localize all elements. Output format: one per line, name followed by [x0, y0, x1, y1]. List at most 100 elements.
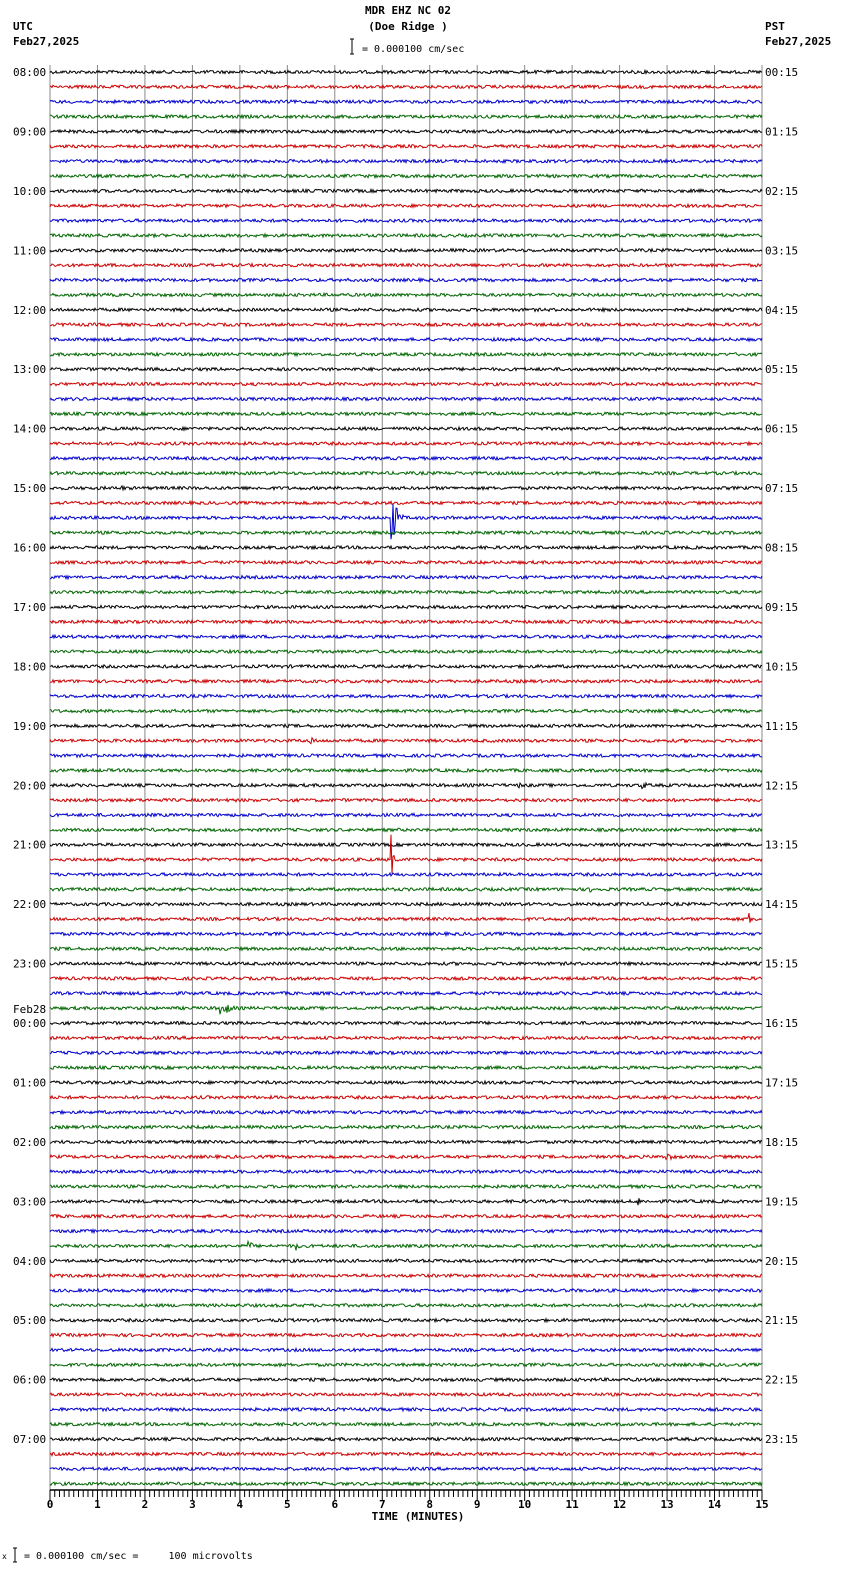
trace-line — [49, 321, 763, 328]
trace-line — [49, 202, 763, 209]
trace-line — [49, 469, 763, 477]
utc-hour-label: 02:00 — [13, 1136, 46, 1149]
x-axis-label: TIME (MINUTES) — [372, 1510, 465, 1523]
pst-hour-label: 11:15 — [765, 720, 798, 733]
x-axis: 0 1 2 3 4 5 6 7 8 9 10 11 12 13 14 15 — [47, 1489, 769, 1511]
utc-hour-label: 14:00 — [13, 423, 46, 436]
pst-hour-label: 21:15 — [765, 1314, 798, 1327]
pst-hour-label: 08:15 — [765, 542, 798, 555]
traces — [49, 68, 763, 1487]
trace-line — [49, 366, 763, 373]
trace-line — [49, 736, 763, 745]
trace-line — [49, 1139, 763, 1146]
trace-line — [49, 559, 763, 566]
seismogram: MDR EHZ NC 02 (Doe Ridge ) UTC Feb27,202… — [0, 0, 850, 1584]
trace-line — [49, 1168, 763, 1175]
utc-hour-label: 11:00 — [13, 244, 46, 257]
x-tick-label: 1 — [94, 1498, 101, 1511]
pst-hour-label: 19:15 — [765, 1195, 798, 1208]
pst-hour-label: 20:15 — [765, 1255, 798, 1268]
pst-hour-label: 03:15 — [765, 244, 798, 257]
pst-hour-label: 16:15 — [765, 1017, 798, 1030]
trace-line — [49, 68, 763, 76]
trace-line — [49, 217, 763, 224]
trace-line — [49, 1079, 763, 1086]
utc-hour-label: 15:00 — [13, 482, 46, 495]
trace-line — [49, 172, 763, 180]
right-timezone: PST — [765, 20, 785, 33]
pst-hour-label: 01:15 — [765, 125, 798, 138]
trace-line — [49, 98, 763, 105]
trace-line — [49, 574, 763, 581]
trace-line — [49, 83, 763, 90]
x-tick-label: 9 — [474, 1498, 481, 1511]
trace-line — [49, 826, 763, 833]
trace-line — [49, 1198, 763, 1206]
utc-hour-label: 21:00 — [13, 839, 46, 852]
trace-line — [49, 1004, 763, 1015]
trace-line — [49, 812, 763, 818]
x-tick-label: 3 — [189, 1498, 196, 1511]
pst-hour-label: 22:15 — [765, 1374, 798, 1387]
pst-hour-label: 05:15 — [765, 363, 798, 376]
x-tick-label: 0 — [47, 1498, 54, 1511]
trace-line — [49, 1153, 763, 1162]
trace-line — [49, 1406, 762, 1413]
trace-line — [49, 663, 763, 670]
trace-line — [49, 990, 763, 997]
x-tick-label: 13 — [660, 1498, 673, 1511]
trace-line — [49, 841, 763, 848]
right-date: Feb27,2025 — [765, 35, 831, 48]
trace-line — [49, 886, 763, 893]
utc-hour-label: 23:00 — [13, 958, 46, 971]
trace-line — [49, 277, 763, 284]
trace-line — [49, 1228, 763, 1235]
utc-hour-label: 12:00 — [13, 304, 46, 317]
trace-line — [49, 247, 763, 254]
trace-line — [49, 781, 763, 790]
trace-line — [49, 351, 763, 358]
utc-hour-label: 10:00 — [13, 185, 46, 198]
trace-line — [49, 1035, 763, 1041]
utc-hour-label: 08:00 — [13, 66, 46, 79]
trace-line — [49, 604, 763, 610]
trace-line — [49, 618, 763, 625]
trace-line — [49, 1287, 763, 1294]
left-date: Feb27,2025 — [13, 35, 79, 48]
pst-hour-label: 02:15 — [765, 185, 798, 198]
trace-line — [50, 707, 763, 715]
trace-line — [49, 128, 763, 135]
x-tick-label: 10 — [518, 1498, 531, 1511]
pst-hour-label: 09:15 — [765, 601, 798, 614]
trace-line — [49, 1239, 763, 1251]
trace-line — [49, 1480, 763, 1487]
trace-line — [49, 722, 763, 729]
station-title: MDR EHZ NC 02 — [365, 4, 451, 17]
x-tick-label: 14 — [708, 1498, 722, 1511]
trace-line — [49, 484, 763, 492]
trace-line — [49, 381, 762, 387]
trace-line — [49, 1020, 763, 1026]
trace-line — [49, 395, 763, 402]
trace-line — [49, 1361, 763, 1369]
trace-line — [49, 306, 763, 314]
trace-line — [49, 410, 763, 417]
trace-line — [49, 1257, 763, 1264]
trace-line — [49, 1109, 763, 1116]
x-tick-label: 15 — [755, 1498, 768, 1511]
date-change-label: Feb28 — [13, 1003, 46, 1016]
trace-line — [49, 633, 763, 640]
trace-line — [49, 901, 763, 908]
trace-line — [49, 692, 763, 700]
trace-line — [49, 1183, 763, 1190]
utc-hour-label: 04:00 — [13, 1255, 46, 1268]
trace-line — [49, 1094, 763, 1101]
trace-line — [49, 767, 763, 774]
x-tick-label: 2 — [142, 1498, 149, 1511]
pst-hour-label: 13:15 — [765, 839, 798, 852]
pst-hour-label: 04:15 — [765, 304, 798, 317]
pst-hour-label: 06:15 — [765, 423, 798, 436]
trace-line — [49, 143, 763, 150]
footer-prefix: x — [2, 1552, 7, 1561]
utc-hour-label: 05:00 — [13, 1314, 46, 1327]
